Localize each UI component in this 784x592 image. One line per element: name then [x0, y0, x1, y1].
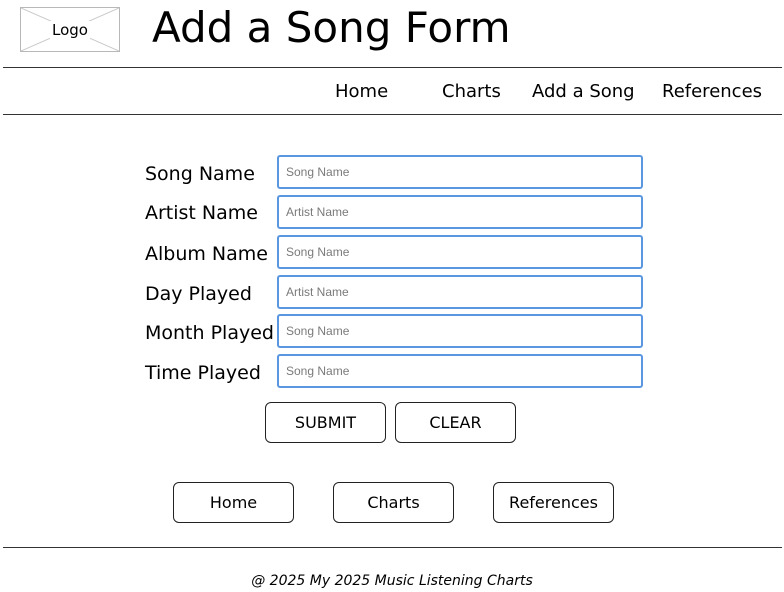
artist-name-label: Artist Name	[145, 202, 258, 224]
day-played-label: Day Played	[145, 283, 252, 305]
nav-add-song-link[interactable]: Add a Song	[532, 80, 635, 104]
nav-divider	[3, 114, 782, 115]
logo-label: Logo	[50, 20, 90, 39]
time-played-label: Time Played	[145, 362, 261, 384]
month-played-input[interactable]	[277, 314, 643, 348]
song-name-input[interactable]	[277, 155, 643, 189]
month-played-label: Month Played	[145, 322, 274, 344]
bottom-charts-button[interactable]: Charts	[333, 482, 454, 523]
album-name-label: Album Name	[145, 243, 268, 265]
footer-divider	[3, 547, 782, 548]
bottom-home-button[interactable]: Home	[173, 482, 294, 523]
page-title: Add a Song Form	[152, 3, 511, 52]
nav-references-link[interactable]: References	[662, 80, 762, 104]
day-played-input[interactable]	[277, 275, 643, 309]
nav-home-link[interactable]: Home	[335, 80, 388, 104]
clear-button[interactable]: CLEAR	[395, 402, 516, 443]
song-name-label: Song Name	[145, 163, 255, 185]
logo-placeholder: Logo	[20, 7, 120, 52]
submit-button[interactable]: SUBMIT	[265, 402, 386, 443]
nav-charts-link[interactable]: Charts	[442, 80, 501, 104]
footer-copyright: @ 2025 My 2025 Music Listening Charts	[251, 573, 533, 589]
album-name-input[interactable]	[277, 235, 643, 269]
time-played-input[interactable]	[277, 354, 643, 388]
artist-name-input[interactable]	[277, 195, 643, 229]
bottom-references-button[interactable]: References	[493, 482, 614, 523]
header-divider	[3, 67, 782, 68]
